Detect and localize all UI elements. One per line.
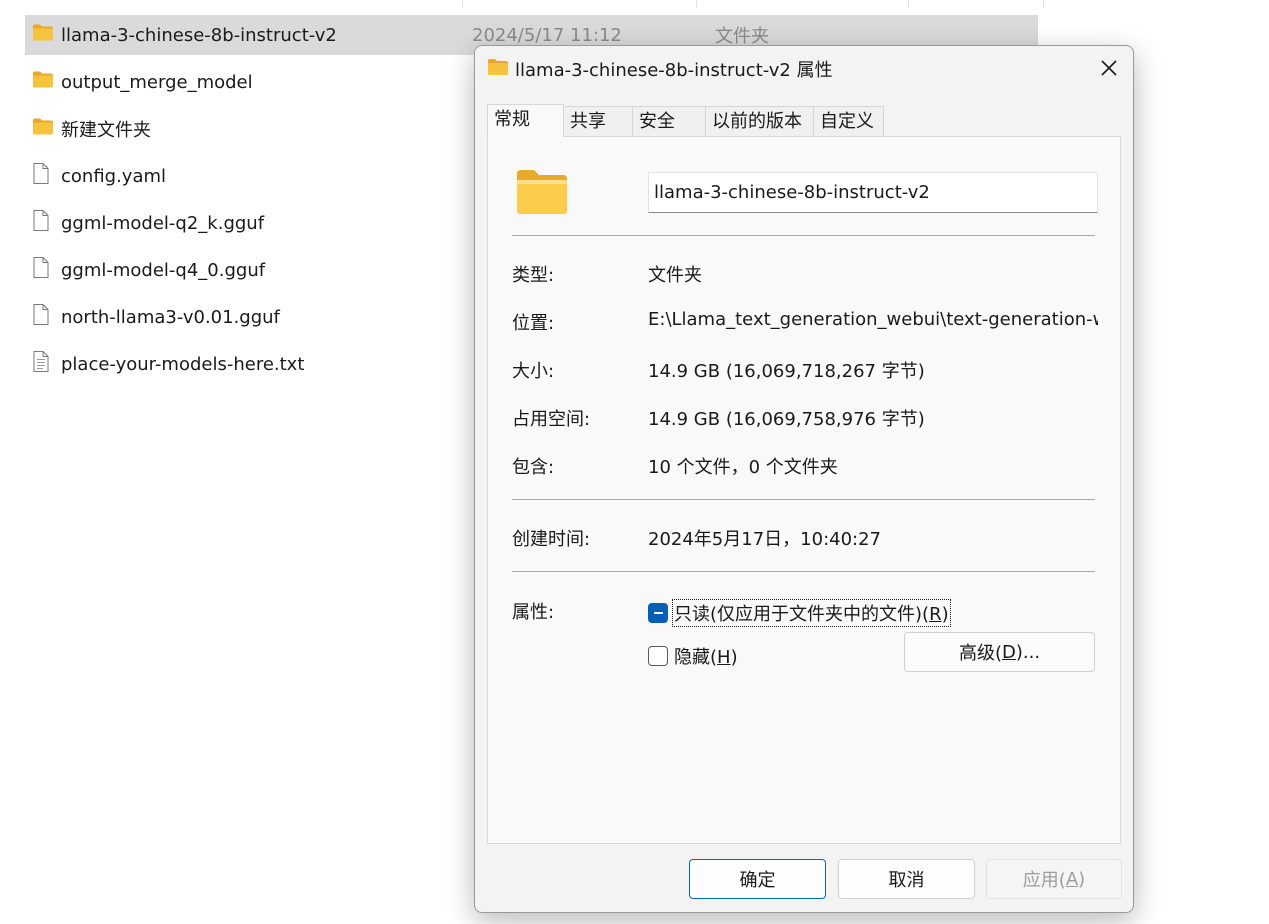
file-icon [32, 304, 50, 331]
attributes-label: 属性: [512, 602, 555, 623]
file-name: place-your-models-here.txt [61, 353, 305, 375]
ok-button[interactable]: 确定 [689, 859, 826, 899]
file-icon [32, 257, 50, 284]
dialog-titlebar[interactable]: llama-3-chinese-8b-instruct-v2 属性 [475, 46, 1133, 90]
file-name: ggml-model-q2_k.gguf [61, 212, 265, 234]
folder-icon [487, 58, 509, 80]
file-name: 新建文件夹 [61, 120, 151, 141]
folder-icon [32, 118, 54, 141]
tab-general[interactable]: 常规 [487, 104, 564, 137]
folder-icon [32, 24, 54, 47]
size-on-disk-label: 占用空间: [512, 409, 591, 430]
readonly-checkbox[interactable] [648, 603, 668, 623]
created-label: 创建时间: [512, 529, 591, 550]
file-name: north-llama3-v0.01.gguf [61, 306, 280, 328]
divider [512, 571, 1095, 572]
size-value: 14.9 GB (16,069,718,267 字节) [648, 361, 925, 382]
tab-security[interactable]: 安全 [632, 106, 706, 136]
location-label: 位置: [512, 313, 555, 334]
folder-name-input[interactable] [648, 172, 1098, 213]
contains-value: 10 个文件，0 个文件夹 [648, 457, 838, 478]
tab-sharing[interactable]: 共享 [563, 106, 633, 136]
contains-label: 包含: [512, 457, 555, 478]
column-header-dividers [0, 0, 1269, 8]
properties-dialog: llama-3-chinese-8b-instruct-v2 属性 常规 共享 … [474, 45, 1134, 913]
type-value: 文件夹 [648, 265, 702, 286]
tab-customize[interactable]: 自定义 [813, 106, 884, 136]
general-tab-panel: 类型: 文件夹 位置: E:\Llama_text_generation_web… [487, 136, 1121, 844]
file-name: config.yaml [61, 165, 167, 187]
readonly-checkbox-row[interactable]: 只读(仅应用于文件夹中的文件)(R) [648, 599, 951, 627]
tab-bar: 常规 共享 安全 以前的版本 自定义 [487, 104, 1121, 137]
hidden-label: 隐藏(H) [674, 647, 738, 668]
folder-icon [32, 71, 54, 94]
hidden-checkbox[interactable] [648, 646, 668, 666]
text-file-icon [32, 351, 50, 378]
cancel-button[interactable]: 取消 [838, 859, 975, 899]
file-name: llama-3-chinese-8b-instruct-v2 [61, 24, 337, 46]
file-icon [32, 210, 50, 237]
file-name: output_merge_model [61, 71, 253, 93]
advanced-button[interactable]: 高级(D)... [904, 632, 1095, 672]
size-label: 大小: [512, 361, 555, 382]
created-value: 2024年5月17日，10:40:27 [648, 529, 882, 550]
divider [512, 499, 1095, 500]
close-button[interactable] [1095, 54, 1123, 82]
divider [512, 235, 1095, 236]
type-label: 类型: [512, 265, 555, 286]
dialog-title: llama-3-chinese-8b-instruct-v2 属性 [515, 60, 833, 81]
hidden-checkbox-row[interactable]: 隐藏(H) [648, 642, 740, 670]
file-name: ggml-model-q4_0.gguf [61, 259, 266, 281]
readonly-label: 只读(仅应用于文件夹中的文件)(R) [672, 599, 951, 627]
apply-button[interactable]: 应用(A) [986, 859, 1122, 899]
large-folder-icon [516, 169, 568, 219]
location-value: E:\Llama_text_generation_webui\text-gene… [648, 309, 1098, 330]
file-icon [32, 163, 50, 190]
tab-previous-versions[interactable]: 以前的版本 [705, 106, 814, 136]
size-on-disk-value: 14.9 GB (16,069,758,976 字节) [648, 409, 925, 430]
file-date: 2024/5/17 11:12 [472, 24, 622, 46]
close-icon [1101, 60, 1117, 76]
